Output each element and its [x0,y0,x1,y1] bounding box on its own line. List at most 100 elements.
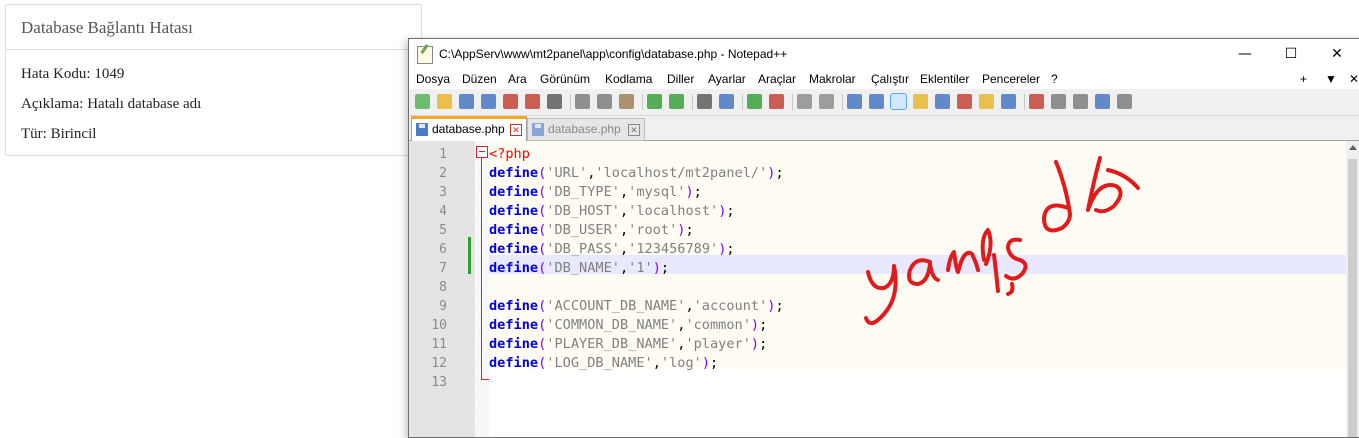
zoom-out-icon[interactable] [769,94,784,109]
find-icon[interactable] [697,94,712,109]
change-history-marker [468,237,471,274]
title-bar[interactable]: C:\AppServ\www\mt2panel\app\config\datab… [409,39,1359,69]
toolbar-separator [570,94,571,110]
stop-macro-icon[interactable] [1051,94,1066,109]
notepadpp-window: C:\AppServ\www\mt2panel\app\config\datab… [408,38,1359,438]
line-number: 7 [439,261,447,276]
error-panel: Database Bağlantı Hatası Hata Kodu: 1049… [5,4,422,156]
open-file-icon[interactable] [437,94,452,109]
redo-icon[interactable] [669,94,684,109]
close-doc-x[interactable]: ✕ [1349,72,1359,86]
menu-ayarlar[interactable]: Ayarlar [708,72,746,86]
save-macro-icon[interactable] [1117,94,1132,109]
close-button[interactable]: ✕ [1314,39,1359,69]
tab-bar: database.php ✕ database.php ✕ [409,116,1359,143]
sync-horizontal-icon[interactable] [819,94,834,109]
copy-icon[interactable] [597,94,612,109]
line-number: 10 [431,318,447,333]
fold-margin [475,141,489,437]
folder-workspace-icon[interactable] [979,94,994,109]
toolbar-separator [642,94,643,110]
close-all-icon[interactable] [525,94,540,109]
line-number: 4 [439,204,447,219]
menu-kodlama[interactable]: Kodlama [605,72,652,86]
line-number-gutter: 1 2 3 4 5 6 7 8 9 10 11 12 13 [409,141,475,437]
menu-gorunum[interactable]: Görünüm [540,72,590,86]
line-number: 11 [431,337,447,352]
code-editor[interactable]: 1 2 3 4 5 6 7 8 9 10 11 12 13 <?php define('URL','loc… [409,141,1359,437]
error-panel-title: Database Bağlantı Hatası [6,5,421,50]
toolbar [409,89,1359,116]
menu-eklentiler[interactable]: Eklentiler [920,72,969,86]
zoom-in-icon[interactable] [747,94,762,109]
play-macro-icon[interactable] [1073,94,1088,109]
tab-label: database.php [548,122,621,136]
print-icon[interactable] [547,94,562,109]
user-lang-icon[interactable] [913,94,928,109]
scroll-thumb[interactable] [1348,159,1357,437]
menu-help[interactable]: ? [1051,72,1058,86]
monitor-icon[interactable] [1001,94,1016,109]
code-line: define('LOG_DB_NAME','log'); [489,355,719,371]
error-description: Açıklama: Hatalı database adı [21,96,202,112]
code-line: define('DB_HOST','localhost'); [489,203,735,219]
function-list-icon[interactable] [957,94,972,109]
menu-makrolar[interactable]: Makrolar [809,72,856,86]
tab-list-dropdown[interactable]: ▼ [1325,72,1337,86]
code-line: define('URL','localhost/mt2panel/'); [489,165,784,181]
error-code: Hata Kodu: 1049 [21,66,125,82]
menu-dosya[interactable]: Dosya [416,72,450,86]
toolbar-separator [792,94,793,110]
tab-database-php-active[interactable]: database.php ✕ [411,116,527,143]
window-title: C:\AppServ\www\mt2panel\app\config\datab… [439,47,788,61]
replace-icon[interactable] [719,94,734,109]
new-file-icon[interactable] [415,94,430,109]
new-tab-plus[interactable]: + [1300,72,1307,86]
line-number: 9 [439,299,447,314]
save-all-icon[interactable] [481,94,496,109]
indent-guide-icon[interactable] [890,93,907,110]
scroll-up-icon[interactable] [1349,145,1357,150]
menu-duzen[interactable]: Düzen [462,72,497,86]
menu-ara[interactable]: Ara [508,72,527,86]
record-macro-icon[interactable] [1029,94,1044,109]
line-number: 8 [439,280,447,295]
cut-icon[interactable] [575,94,590,109]
line-number: 6 [439,242,447,257]
line-number: 12 [431,356,447,371]
toolbar-separator [1024,94,1025,110]
code-line: define('DB_NAME','1'); [489,260,670,276]
code-line: define('ACCOUNT_DB_NAME','account'); [489,298,784,314]
tab-close-icon[interactable]: ✕ [510,124,522,136]
fold-collapse-icon[interactable] [476,146,488,158]
saved-file-icon [532,123,544,136]
menu-araclar[interactable]: Araçlar [758,72,796,86]
saved-file-icon [416,123,428,136]
code-line: define('COMMON_DB_NAME','common'); [489,317,768,333]
save-icon[interactable] [459,94,474,109]
menu-pencereler[interactable]: Pencereler [982,72,1040,86]
code-line: define('DB_PASS','123456789'); [489,241,735,257]
maximize-button[interactable]: ☐ [1268,39,1314,69]
vertical-scrollbar[interactable] [1346,141,1359,437]
show-all-chars-icon[interactable] [869,94,884,109]
tab-close-icon[interactable]: ✕ [628,124,640,136]
line-number: 1 [439,147,447,162]
line-number: 13 [431,375,447,390]
minimize-button[interactable]: — [1222,39,1268,69]
word-wrap-icon[interactable] [847,94,862,109]
menu-bar: Dosya Düzen Ara Görünüm Kodlama Diller A… [409,69,1359,89]
tab-database-php-inactive[interactable]: database.php ✕ [527,118,645,141]
menu-calistir[interactable]: Çalıştır [871,72,909,86]
close-icon[interactable] [503,94,518,109]
toolbar-separator [842,94,843,110]
fold-end [481,379,489,380]
run-macro-multiple-icon[interactable] [1095,94,1110,109]
paste-icon[interactable] [619,94,634,109]
line-number: 5 [439,223,447,238]
menu-diller[interactable]: Diller [667,72,694,86]
undo-icon[interactable] [647,94,662,109]
fold-line [481,158,482,380]
sync-vertical-icon[interactable] [797,94,812,109]
doc-map-icon[interactable] [935,94,950,109]
